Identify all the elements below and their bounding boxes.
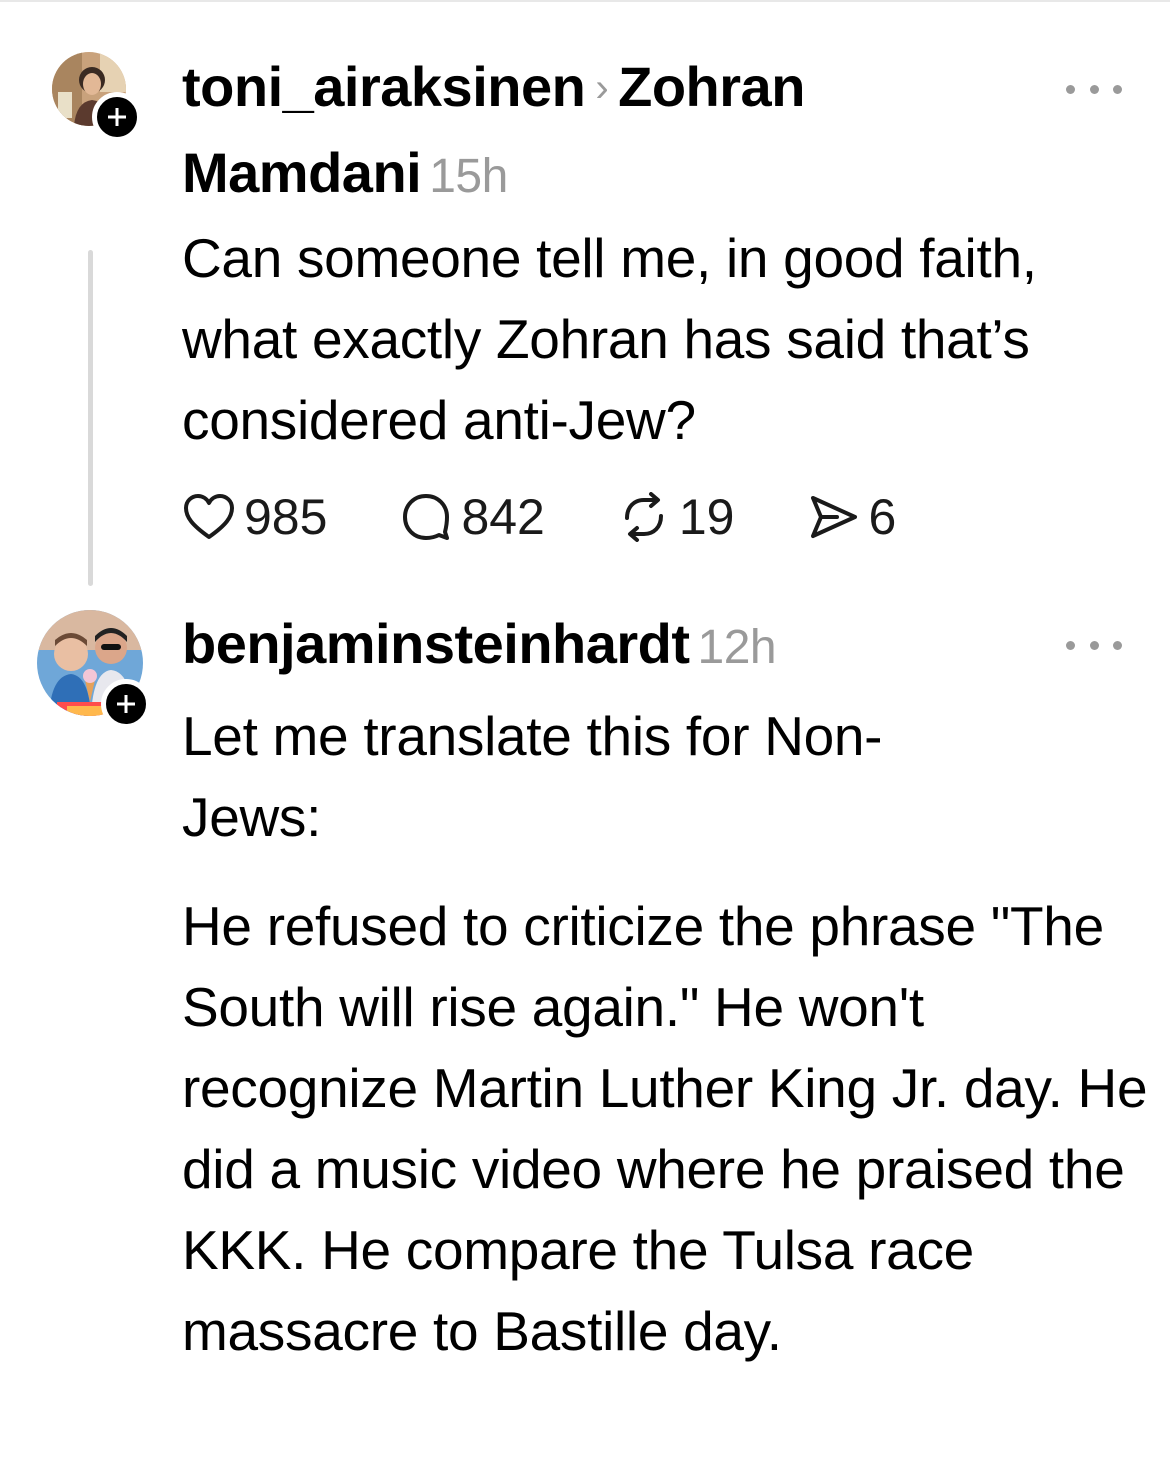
repost-button[interactable]: 19 — [617, 488, 735, 546]
action-bar: 985 842 19 6 — [182, 484, 968, 550]
more-button[interactable] — [1066, 630, 1122, 660]
timestamp: 15h — [429, 150, 508, 203]
plus-icon — [108, 108, 126, 126]
share-count: 6 — [868, 489, 897, 545]
follow-button[interactable] — [92, 92, 142, 142]
like-count: 985 — [244, 489, 328, 545]
reply-target[interactable]: Zohran — [618, 55, 805, 118]
post-text-paragraph-1: Let me translate this for Non- Jews: — [182, 705, 883, 848]
comment-count: 842 — [461, 489, 545, 545]
reply-target-continued[interactable]: Mamdani — [182, 141, 422, 204]
follow-button[interactable] — [101, 679, 151, 729]
like-button[interactable]: 985 — [182, 488, 327, 546]
post-text-paragraph-2: He refused to criticize the phrase "The … — [182, 895, 1148, 1362]
post-text: Can someone tell me, in good faith, what… — [182, 227, 1037, 451]
comment-button[interactable]: 842 — [399, 488, 545, 546]
timestamp: 12h — [697, 621, 777, 674]
repost-icon — [624, 492, 663, 542]
more-icon-dot — [1113, 84, 1122, 94]
more-icon-dot — [1113, 640, 1122, 650]
more-icon-dot — [1089, 84, 1099, 94]
username[interactable]: toni_airaksinen — [182, 55, 586, 118]
share-button[interactable]: 6 — [807, 488, 897, 546]
post-header: toni_airaksinen › Zohran Mamdani 15h — [182, 47, 805, 217]
post-header: benjaminsteinhardt 12h — [182, 604, 777, 688]
thread-line — [88, 250, 93, 586]
more-icon — [1066, 640, 1075, 650]
reply-separator: › — [595, 66, 609, 110]
more-icon-dot — [1089, 640, 1099, 650]
top-divider — [0, 0, 1170, 2]
repost-count: 19 — [678, 489, 735, 545]
heart-icon — [184, 494, 234, 539]
send-icon — [810, 496, 857, 538]
more-icon — [1066, 84, 1075, 94]
comment-icon — [403, 494, 450, 540]
plus-icon — [117, 695, 135, 713]
username[interactable]: benjaminsteinhardt — [182, 612, 690, 675]
more-button[interactable] — [1066, 74, 1122, 104]
